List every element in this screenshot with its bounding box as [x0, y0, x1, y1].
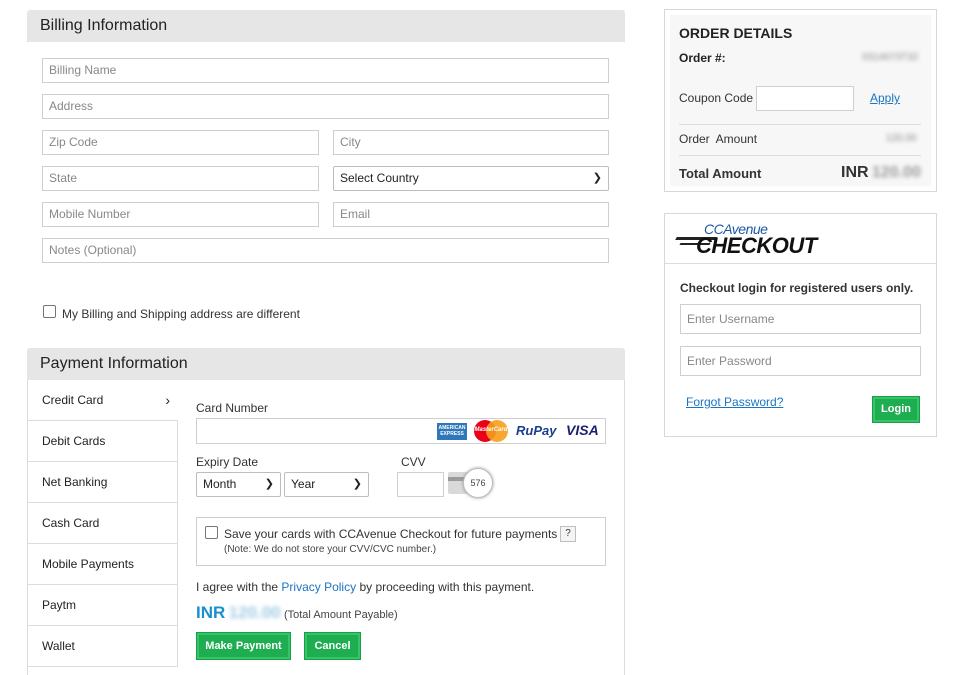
- payment-header-title: Payment Information: [40, 355, 188, 372]
- save-card-note: (Note: We do not store your CVV/CVC numb…: [224, 544, 437, 555]
- chevron-down-icon: ❯: [264, 478, 274, 490]
- tab-cash-card[interactable]: Cash Card: [28, 503, 178, 544]
- save-card-box: [196, 517, 606, 566]
- payment-header: Payment Information: [27, 348, 625, 380]
- order-number-value: 0314673T32: [862, 52, 919, 63]
- forgot-password-link[interactable]: Forgot Password?: [686, 395, 783, 409]
- cvv-input[interactable]: [397, 472, 444, 497]
- expiry-year-select[interactable]: Year ❯: [284, 472, 369, 497]
- total-value: 120.00: [871, 164, 921, 181]
- expiry-year-value: Year: [291, 477, 316, 491]
- tab-mobile-payments-label: Mobile Payments: [42, 557, 135, 571]
- different-address-label: My Billing and Shipping address are diff…: [62, 307, 300, 321]
- address-input[interactable]: Address: [42, 94, 609, 119]
- tab-paytm-label: Paytm: [42, 598, 77, 612]
- country-select[interactable]: Select Country ❯: [333, 166, 609, 191]
- total-amount-label: Total Amount: [679, 166, 762, 181]
- username-input[interactable]: Enter Username: [680, 304, 921, 334]
- save-card-checkbox[interactable]: [205, 526, 218, 539]
- notes-input[interactable]: Notes (Optional): [42, 238, 609, 263]
- total-amount: INR 120.00: [841, 164, 921, 182]
- tab-cash-card-label: Cash Card: [42, 516, 100, 530]
- billing-header: Billing Information: [27, 10, 625, 42]
- mastercard-icon: MasterCard: [474, 420, 508, 442]
- amount-payable: INR 120.00 (Total Amount Payable): [196, 603, 398, 623]
- order-amount-value: 120.00: [886, 133, 917, 144]
- checkout-divider: [665, 263, 936, 264]
- order-divider: [679, 155, 921, 156]
- ccavenue-checkout-logo: CCAvenue CHECKOUT: [675, 221, 831, 259]
- tab-debit-cards-label: Debit Cards: [42, 434, 106, 448]
- chevron-down-icon: ❯: [592, 172, 602, 184]
- zip-code-input[interactable]: Zip Code: [42, 130, 319, 155]
- apply-coupon-link[interactable]: Apply: [870, 91, 900, 105]
- expiry-month-select[interactable]: Month ❯: [196, 472, 281, 497]
- cancel-button[interactable]: Cancel: [305, 633, 360, 659]
- chevron-down-icon: ❯: [352, 478, 362, 490]
- mobile-number-input[interactable]: Mobile Number: [42, 202, 319, 227]
- different-address-checkbox[interactable]: [43, 305, 56, 318]
- tab-net-banking[interactable]: Net Banking: [28, 462, 178, 503]
- state-input[interactable]: State: [42, 166, 319, 191]
- amex-icon: AMERICAN EXPRESS: [437, 423, 467, 440]
- tab-wallet[interactable]: Wallet: [28, 626, 178, 667]
- order-amount-label: Order Amount: [679, 132, 758, 146]
- amount-value: 120.00: [228, 603, 281, 622]
- total-currency: INR: [841, 164, 869, 181]
- tab-paytm[interactable]: Paytm: [28, 585, 178, 626]
- cvv-label: CVV: [401, 455, 426, 469]
- tab-mobile-payments[interactable]: Mobile Payments: [28, 544, 178, 585]
- make-payment-button[interactable]: Make Payment: [197, 633, 290, 659]
- order-number-label: Order #:: [679, 51, 726, 65]
- amount-currency: INR: [196, 603, 226, 622]
- billing-header-title: Billing Information: [40, 17, 168, 34]
- chevron-right-icon: ›: [165, 392, 170, 408]
- expiry-month-value: Month: [203, 477, 237, 491]
- tab-credit-card-label: Credit Card: [42, 393, 104, 407]
- checkout-login-note: Checkout login for registered users only…: [680, 281, 914, 295]
- visa-icon: VISA: [566, 422, 599, 438]
- email-input[interactable]: Email: [333, 202, 609, 227]
- tab-net-banking-label: Net Banking: [42, 475, 108, 489]
- tab-wallet-label: Wallet: [42, 639, 75, 653]
- coupon-code-input[interactable]: [756, 86, 854, 111]
- coupon-code-label: Coupon Code: [679, 91, 754, 105]
- amount-note: (Total Amount Payable): [283, 609, 398, 621]
- tab-debit-cards[interactable]: Debit Cards: [28, 421, 178, 462]
- cvv-hint-bubble: 576: [463, 468, 493, 498]
- country-select-value: Select Country: [340, 171, 419, 185]
- expiry-date-label: Expiry Date: [196, 455, 259, 469]
- help-icon[interactable]: ?: [560, 526, 576, 542]
- privacy-policy-link[interactable]: Privacy Policy: [281, 580, 356, 594]
- card-number-label: Card Number: [196, 401, 269, 415]
- rupay-icon: RuPay: [516, 423, 557, 438]
- login-button[interactable]: Login: [873, 397, 919, 422]
- order-details-title: ORDER DETAILS: [679, 25, 793, 41]
- save-card-label: Save your cards with CCAvenue Checkout f…: [224, 527, 558, 541]
- order-divider: [679, 124, 921, 125]
- password-input[interactable]: Enter Password: [680, 346, 921, 376]
- agreement-text: I agree with the Privacy Policy by proce…: [196, 580, 535, 594]
- tab-credit-card[interactable]: Credit Card ›: [28, 380, 178, 421]
- city-input[interactable]: City: [333, 130, 609, 155]
- billing-name-input[interactable]: Billing Name: [42, 58, 609, 83]
